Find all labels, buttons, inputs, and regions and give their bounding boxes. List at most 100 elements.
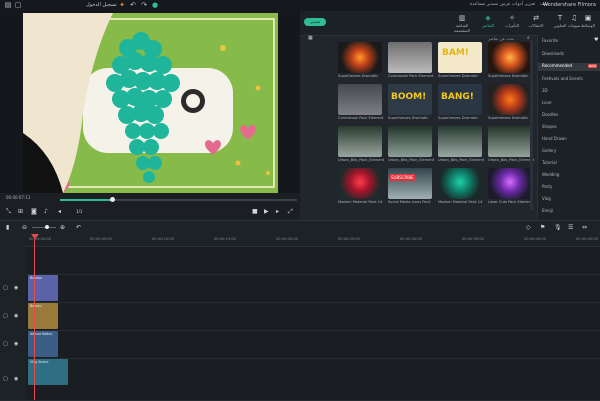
progress-handle[interactable]: [110, 197, 115, 202]
timeline-clip[interactable]: Nature Ballon: [28, 331, 58, 357]
element-thumbnail[interactable]: [338, 42, 382, 73]
voiceover-icon[interactable]: 🎙: [554, 224, 562, 231]
tab-split-screen[interactable]: ▥ الشاشة المنقسمة: [450, 14, 474, 33]
element-thumbnail[interactable]: SUBSCRIBE: [388, 168, 432, 199]
tab-media[interactable]: ▣ الوسائط: [576, 14, 600, 28]
element-label: Social Media Icons Pack: [388, 200, 431, 204]
add-track-icon[interactable]: ▮: [6, 224, 9, 231]
tick-label: 00:00:15:00: [214, 237, 236, 241]
menu-view[interactable]: عرض: [500, 2, 511, 7]
sidebar-item-3d[interactable]: 3D: [542, 88, 548, 93]
preview-canvas[interactable]: [23, 13, 278, 193]
undo-icon[interactable]: ↶: [76, 224, 81, 231]
lock-icon[interactable]: ▢: [3, 285, 8, 291]
tab-transitions[interactable]: ⇄ الانتقالات: [524, 14, 548, 28]
mixer-icon[interactable]: ☰: [568, 224, 573, 231]
folder-icon[interactable]: ▢: [14, 1, 22, 9]
undo-icon[interactable]: ↶: [129, 1, 137, 9]
eye-icon[interactable]: ◉: [14, 341, 18, 347]
menu-help[interactable]: مساعدة: [470, 2, 485, 7]
sidebar-item-emoji[interactable]: Emoji: [542, 208, 553, 213]
zoom-in-icon[interactable]: ⊕: [60, 224, 65, 231]
layout-icon[interactable]: ⊞: [18, 208, 23, 215]
sidebar-item-tutorial[interactable]: Tutorial: [542, 160, 557, 165]
project-title: تسجيل الدخول: [86, 2, 117, 8]
file-icon[interactable]: ▤: [4, 1, 12, 9]
sidebar-item-downloads[interactable]: Downloads: [542, 51, 564, 56]
element-thumbnail[interactable]: BOOM!: [388, 84, 432, 115]
fullscreen-icon[interactable]: ⤢: [288, 208, 293, 216]
element-thumbnail[interactable]: BAM!: [438, 42, 482, 73]
sidebar-item-label: Recommended: [542, 63, 573, 68]
element-thumbnail[interactable]: [488, 84, 532, 115]
element-thumbnail[interactable]: [488, 42, 532, 73]
zoom-slider[interactable]: [32, 227, 56, 228]
volume-icon[interactable]: ♪: [44, 208, 48, 215]
element-thumbnail[interactable]: [338, 84, 382, 115]
timeline-clip[interactable]: Balloon: [28, 275, 58, 301]
sidebar-item-vlog[interactable]: Vlog: [542, 196, 551, 201]
element-thumbnail[interactable]: [338, 168, 382, 199]
element-thumbnail[interactable]: [438, 126, 482, 157]
playhead-handle[interactable]: [31, 234, 39, 239]
sidebar-item-love[interactable]: Love: [542, 100, 551, 105]
library-scrollbar[interactable]: [530, 40, 533, 210]
sidebar-item-gallery[interactable]: Gallery: [542, 148, 556, 153]
eye-icon[interactable]: ◉: [14, 313, 18, 319]
sidebar-item-doodles[interactable]: Doodles: [542, 112, 558, 117]
zoom-out-icon[interactable]: ⊖: [22, 224, 27, 231]
tick-label: 00:00:05:00: [90, 237, 112, 241]
snap-icon[interactable]: ⇔: [582, 224, 587, 231]
lock-icon[interactable]: ▢: [3, 313, 8, 319]
element-thumbnail[interactable]: [488, 126, 532, 157]
grid-view-icon[interactable]: ▦: [308, 35, 313, 41]
zoom-level[interactable]: 1/1: [76, 209, 82, 214]
redo-icon[interactable]: ↷: [140, 1, 148, 9]
snapshot-icon[interactable]: ◙: [31, 208, 37, 215]
eye-icon[interactable]: ◉: [14, 376, 18, 382]
progress-track[interactable]: [60, 199, 297, 201]
fire-icon[interactable]: ✦: [118, 1, 126, 9]
crop-icon[interactable]: ⤡: [6, 208, 11, 216]
menu-export[interactable]: تصدير: [487, 2, 498, 7]
menu-edit[interactable]: تحرير: [525, 2, 535, 7]
render-icon[interactable]: ◇: [526, 224, 531, 231]
stop-icon[interactable]: ■: [252, 208, 258, 215]
export-button[interactable]: تصدير: [304, 18, 326, 26]
tick-label: 00:00:25:00: [338, 237, 360, 241]
tab-elements[interactable]: ◈ العناصر: [476, 14, 500, 28]
sidebar-item-party[interactable]: Party: [542, 184, 552, 189]
zoom-slider-handle[interactable]: [45, 225, 49, 229]
balloon-scene-image: [23, 13, 278, 193]
element-thumbnail[interactable]: [488, 168, 532, 199]
marker-icon[interactable]: ⚑: [540, 224, 545, 231]
clip-name: Ballons: [30, 304, 42, 308]
lock-icon[interactable]: ▢: [3, 376, 8, 382]
element-label: Superheroes Dramatic: [438, 74, 479, 78]
element-thumbnail[interactable]: [338, 126, 382, 157]
previous-frame-icon[interactable]: ◂: [58, 208, 61, 215]
lock-icon[interactable]: ▢: [3, 341, 8, 347]
eye-icon[interactable]: ◉: [14, 285, 18, 291]
tick-label: 00:00:40:00: [524, 237, 546, 241]
sidebar-item-hand-drawn[interactable]: Hand Drawn: [542, 136, 567, 141]
element-thumbnail[interactable]: [388, 42, 432, 73]
element-thumbnail[interactable]: [388, 126, 432, 157]
next-frame-icon[interactable]: ▸: [276, 208, 279, 215]
timeline-track: ▢ ◉ Balloon: [0, 274, 600, 303]
effects-icon: ✧: [509, 14, 515, 22]
element-thumbnail[interactable]: BANG!: [438, 84, 482, 115]
sidebar-item-favorite[interactable]: Favorite: [542, 38, 558, 43]
sidebar-item-festivals[interactable]: Festivals and Events: [542, 76, 583, 81]
sidebar-item-shapes[interactable]: Shapes: [542, 124, 557, 129]
element-thumbnail[interactable]: [438, 168, 482, 199]
playhead[interactable]: [34, 234, 35, 400]
timeline-clip[interactable]: Ballons: [28, 303, 58, 329]
gift-icon[interactable]: ●: [151, 1, 159, 9]
timeline-track: ▢ ◉ Nature Ballon: [0, 330, 600, 359]
element-label: Urban_Bits_Pack_Element: [488, 158, 534, 162]
play-icon[interactable]: ▶: [264, 208, 269, 215]
sidebar-item-wedding[interactable]: Wedding: [542, 172, 559, 177]
tab-effects[interactable]: ✧ التأثيرات: [500, 14, 524, 28]
menu-tools[interactable]: أدوات: [512, 2, 523, 7]
